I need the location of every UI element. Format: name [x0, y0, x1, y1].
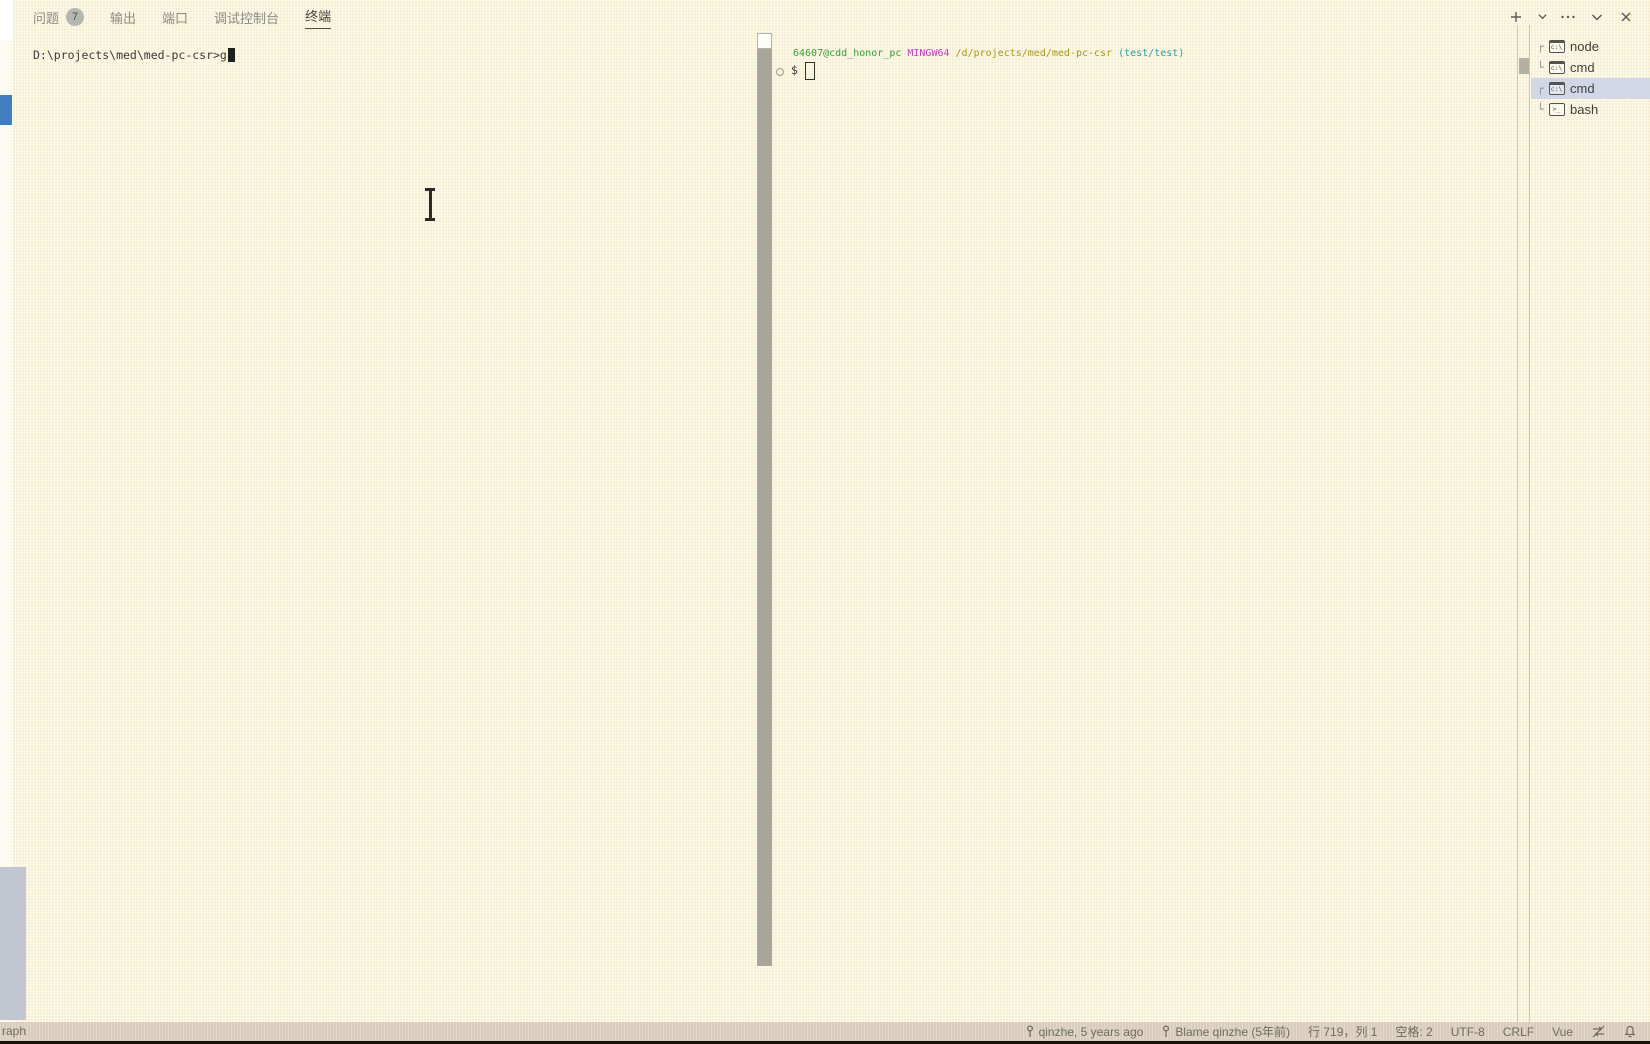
right-terminal-prompt-line[interactable]: 64607@cdd_honor_pc MINGW64 /d/projects/m… [793, 48, 1184, 59]
tab-ports-label: 端口 [162, 6, 188, 27]
right-terminal-scrollbar-thumb[interactable] [1519, 58, 1529, 74]
prompt-environment: MINGW64 [907, 48, 949, 59]
blame-person-icon [1161, 1025, 1171, 1038]
terminal-list-item-bash[interactable]: └ >_ bash [1531, 99, 1650, 120]
prompt-user-host: 64607@cdd_honor_pc [793, 48, 901, 59]
tab-terminal-label: 终端 [305, 4, 331, 29]
left-terminal-output[interactable]: D:\projects\med\med-pc-csr>g [33, 48, 235, 62]
scrollbar-top-box [757, 33, 772, 49]
status-language-mode[interactable]: Vue [1552, 1025, 1573, 1039]
terminal-list-item-cmd-1[interactable]: └ c:\ cmd [1531, 57, 1650, 78]
mouse-ibeam-cursor [423, 188, 437, 221]
blame-person-icon [1025, 1025, 1035, 1038]
tab-debug-console-label: 调试控制台 [214, 6, 279, 27]
cmd-terminal-icon: c:\ [1548, 40, 1565, 54]
tab-output-label: 输出 [110, 6, 136, 27]
status-bar: raph qinzhe, 5 years ago Blame qinzhe (5… [0, 1022, 1650, 1041]
terminal-list-label: bash [1570, 102, 1598, 117]
tab-problems-label: 问题 [33, 6, 59, 27]
terminal-list-label: cmd [1570, 81, 1595, 96]
more-actions-ellipsis-icon[interactable] [1560, 9, 1576, 25]
left-edge-top-segment [0, 0, 13, 40]
status-indentation[interactable]: 空格: 2 [1395, 1023, 1432, 1040]
tab-terminal[interactable]: 终端 [305, 0, 331, 33]
panel-tab-bar: 问题 7 输出 端口 调试控制台 终端 [33, 0, 331, 33]
tab-debug-console[interactable]: 调试控制台 [214, 0, 279, 33]
terminal-block-cursor [228, 48, 235, 62]
status-cursor-position[interactable]: 行 719，列 1 [1308, 1023, 1377, 1040]
terminal-hollow-cursor [805, 62, 815, 80]
formatter-status-icon[interactable] [1591, 1025, 1606, 1038]
cmd-terminal-icon: c:\ [1548, 82, 1565, 96]
terminal-list-item-cmd-2-selected[interactable]: ┌ c:\ cmd [1531, 78, 1650, 99]
status-eol[interactable]: CRLF [1503, 1025, 1534, 1039]
terminal-split-scrollbar[interactable] [757, 33, 772, 966]
new-terminal-plus-icon[interactable] [1508, 9, 1524, 25]
left-terminal-command-line: D:\projects\med\med-pc-csr>g [33, 48, 227, 62]
prompt-dollar-sign: $ [791, 63, 798, 77]
right-terminal-scrollbar-track[interactable] [1517, 25, 1530, 1022]
terminal-list-label: cmd [1570, 60, 1595, 75]
tree-branch-glyph: └ [1537, 103, 1548, 116]
status-encoding[interactable]: UTF-8 [1451, 1025, 1485, 1039]
left-edge-blue-indicator[interactable] [0, 95, 12, 125]
command-decoration-circle-icon[interactable] [776, 68, 784, 76]
scrollbar-thumb[interactable] [757, 49, 772, 966]
prompt-git-branch: (test/test) [1118, 48, 1184, 59]
bash-terminal-icon: >_ [1548, 103, 1565, 117]
status-git-graph-truncated[interactable]: raph [2, 1024, 26, 1038]
status-blame-detail[interactable]: Blame qinzhe (5年前) [1161, 1023, 1290, 1040]
notifications-bell-icon[interactable] [1624, 1025, 1636, 1038]
problems-count-badge: 7 [66, 8, 84, 26]
tree-branch-glyph: ┌ [1537, 40, 1548, 53]
status-blame-summary[interactable]: qinzhe, 5 years ago [1025, 1025, 1144, 1039]
terminal-profile-chevron-down-icon[interactable] [1537, 9, 1547, 25]
terminal-list: ┌ c:\ node └ c:\ cmd ┌ c:\ cmd └ >_ bash [1531, 36, 1650, 120]
cmd-terminal-icon: c:\ [1548, 61, 1565, 75]
tab-output[interactable]: 输出 [110, 0, 136, 33]
tree-branch-glyph: └ [1537, 61, 1548, 74]
tab-problems[interactable]: 问题 7 [33, 0, 84, 33]
hide-panel-chevron-down-icon[interactable] [1589, 9, 1605, 25]
tree-branch-glyph: ┌ [1537, 82, 1548, 95]
left-edge-scrollbar-thumb[interactable] [0, 867, 26, 1020]
prompt-working-directory: /d/projects/med/med-pc-csr [956, 48, 1113, 59]
tab-ports[interactable]: 端口 [162, 0, 188, 33]
terminal-list-label: node [1570, 39, 1599, 54]
close-panel-close-icon[interactable] [1618, 9, 1634, 25]
terminal-list-item-node[interactable]: ┌ c:\ node [1531, 36, 1650, 57]
